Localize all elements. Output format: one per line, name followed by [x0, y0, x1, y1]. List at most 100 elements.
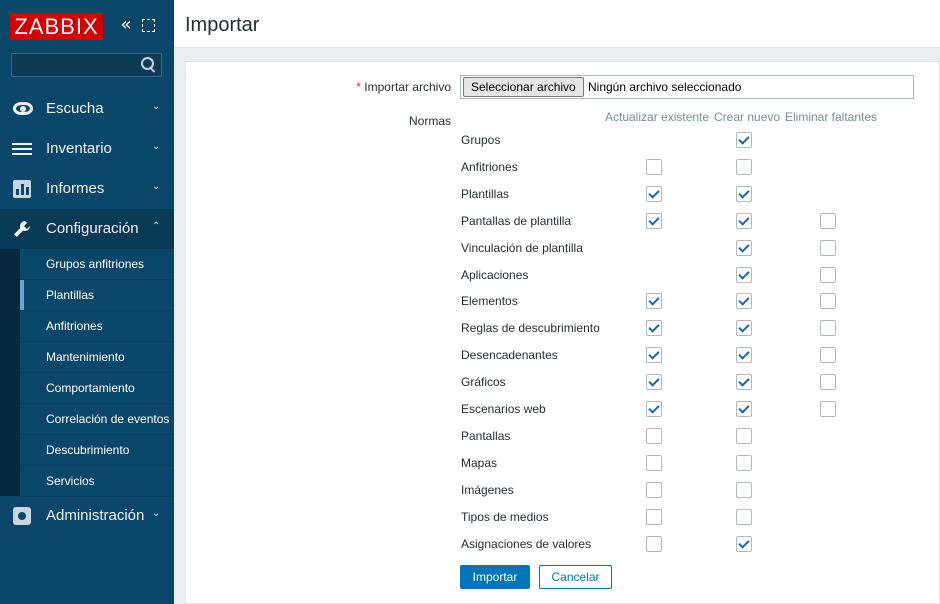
search-box — [11, 53, 162, 77]
checkbox-update[interactable] — [646, 509, 662, 525]
checkbox-create[interactable] — [736, 186, 752, 202]
chevron-down-icon: ⌄ — [152, 101, 161, 112]
rule-label: Escenarios web — [461, 402, 546, 416]
checkbox-create[interactable] — [736, 455, 752, 471]
rule-label: Pantallas de plantilla — [461, 214, 572, 228]
rule-label: Anfitriones — [461, 160, 518, 174]
chevron-up-icon: ⌃ — [152, 221, 161, 232]
checkbox-delete[interactable] — [820, 267, 836, 283]
rule-label: Gráficos — [461, 375, 506, 389]
configuracion-submenu: Grupos anfitriones Plantillas Anfitrione… — [0, 249, 174, 497]
rule-label: Pantallas — [461, 429, 511, 443]
chevron-down-icon: ⌄ — [152, 508, 161, 519]
chevron-down-icon: ⌄ — [152, 181, 161, 192]
checkbox-create[interactable] — [736, 401, 752, 417]
logo-row: ZABBIX « — [0, 0, 174, 50]
checkbox-delete[interactable] — [820, 401, 836, 417]
submenu-item-mantenimiento[interactable]: Mantenimiento — [20, 342, 174, 373]
rule-label: Asignaciones de valores — [461, 537, 592, 551]
checkbox-update[interactable] — [646, 482, 662, 498]
checkbox-create[interactable] — [736, 213, 752, 229]
eye-icon — [12, 99, 34, 119]
submenu-item-servicios[interactable]: Servicios — [20, 466, 174, 497]
rule-label: Elementos — [461, 294, 518, 308]
file-label-row: * Importar archivo — [336, 80, 451, 94]
checkbox-delete[interactable] — [820, 213, 836, 229]
submenu-item-descubrimiento[interactable]: Descubrimiento — [20, 435, 174, 466]
sidebar: ZABBIX « Escucha ⌄ Inventario ⌄ Informes… — [0, 0, 174, 604]
checkbox-create[interactable] — [736, 374, 752, 390]
file-input[interactable]: Seleccionar archivo Ningún archivo selec… — [460, 75, 914, 99]
checkbox-update[interactable] — [646, 159, 662, 175]
checkbox-create[interactable] — [736, 482, 752, 498]
rule-label: Mapas — [461, 456, 498, 470]
wrench-icon — [12, 219, 34, 239]
sidebar-item-administracion[interactable]: Administración ⌄ — [0, 496, 174, 536]
search-input[interactable] — [12, 54, 137, 76]
sidebar-item-label: Administración — [46, 507, 145, 524]
checkbox-create[interactable] — [736, 132, 752, 148]
zabbix-logo[interactable]: ZABBIX — [10, 13, 103, 40]
checkbox-update[interactable] — [646, 374, 662, 390]
checkbox-create[interactable] — [736, 159, 752, 175]
rule-label: Plantillas — [461, 187, 510, 201]
checkbox-create[interactable] — [736, 347, 752, 363]
column-create-new: Crear nuevo — [714, 110, 781, 124]
sidebar-item-escucha[interactable]: Escucha ⌄ — [0, 89, 174, 129]
checkbox-create[interactable] — [736, 240, 752, 256]
rule-label: Tipos de medios — [461, 510, 549, 524]
page-title: Importar — [185, 14, 260, 36]
sidebar-item-label: Configuración — [46, 220, 139, 237]
submenu-item-anfitriones[interactable]: Anfitriones — [20, 311, 174, 342]
sidebar-item-inventario[interactable]: Inventario ⌄ — [0, 129, 174, 169]
checkbox-create[interactable] — [736, 428, 752, 444]
sidebar-item-label: Inventario — [46, 140, 112, 157]
checkbox-update[interactable] — [646, 455, 662, 471]
checkbox-delete[interactable] — [820, 374, 836, 390]
checkbox-update[interactable] — [646, 347, 662, 363]
checkbox-update[interactable] — [646, 428, 662, 444]
checkbox-create[interactable] — [736, 293, 752, 309]
collapse-sidebar-icon[interactable]: « — [117, 15, 135, 35]
checkbox-create[interactable] — [736, 320, 752, 336]
checkbox-update[interactable] — [646, 186, 662, 202]
checkbox-update[interactable] — [646, 401, 662, 417]
checkbox-delete[interactable] — [820, 347, 836, 363]
kiosk-mode-icon[interactable] — [142, 19, 155, 32]
checkbox-delete[interactable] — [820, 240, 836, 256]
submenu-item-correlacion-eventos[interactable]: Correlación de eventos — [20, 404, 174, 435]
column-update-existing: Actualizar existente — [605, 110, 710, 124]
chevron-down-icon: ⌄ — [152, 141, 161, 152]
rule-label: Vinculación de plantilla — [461, 241, 583, 255]
rule-label: Imágenes — [461, 483, 514, 497]
sidebar-item-label: Informes — [46, 180, 105, 197]
cancel-button[interactable]: Cancelar — [539, 565, 612, 589]
checkbox-update[interactable] — [646, 213, 662, 229]
rules-label: Normas — [408, 114, 451, 128]
checkbox-create[interactable] — [736, 509, 752, 525]
checkbox-update[interactable] — [646, 536, 662, 552]
checkbox-create[interactable] — [736, 536, 752, 552]
sidebar-item-configuracion[interactable]: Configuración ⌃ — [0, 209, 174, 249]
submenu-item-grupos-anfitriones[interactable]: Grupos anfitriones — [20, 249, 174, 280]
sidebar-item-label: Escucha — [46, 100, 104, 117]
checkbox-delete[interactable] — [820, 320, 836, 336]
checkbox-create[interactable] — [736, 267, 752, 283]
rule-label: Aplicaciones — [461, 268, 529, 282]
submenu-item-comportamiento[interactable]: Comportamiento — [20, 373, 174, 404]
import-form: * Importar archivo Seleccionar archivo N… — [185, 61, 940, 604]
select-file-button[interactable]: Seleccionar archivo — [463, 77, 584, 97]
file-status: Ningún archivo seleccionado — [588, 80, 742, 94]
submenu-item-plantillas[interactable]: Plantillas — [20, 280, 174, 311]
file-label: Importar archivo — [364, 80, 451, 94]
checkbox-update[interactable] — [646, 293, 662, 309]
checkbox-update[interactable] — [646, 320, 662, 336]
import-button[interactable]: Importar — [460, 565, 530, 589]
search-icon[interactable] — [141, 57, 157, 73]
sidebar-item-informes[interactable]: Informes ⌄ — [0, 169, 174, 209]
page-header: Importar — [174, 0, 940, 48]
gear-icon — [12, 506, 34, 526]
rule-label: Grupos — [461, 133, 501, 147]
checkbox-delete[interactable] — [820, 293, 836, 309]
bar-chart-icon — [12, 179, 34, 199]
